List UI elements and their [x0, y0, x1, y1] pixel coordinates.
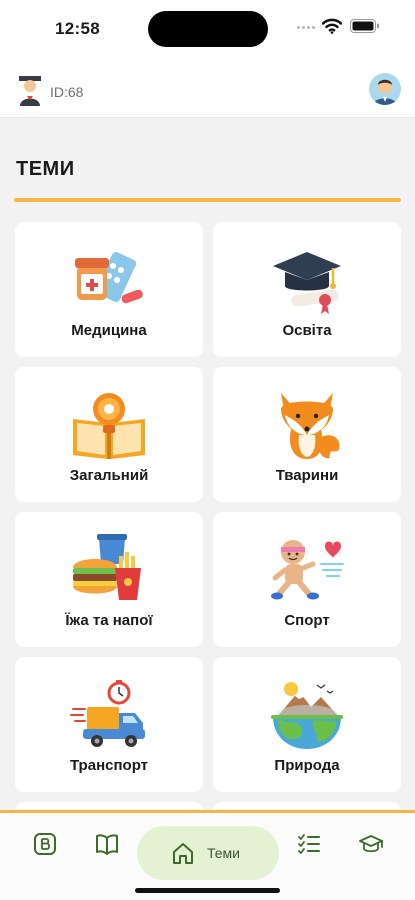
- battery-icon: [350, 19, 379, 33]
- topic-label: Медицина: [71, 322, 147, 339]
- food-drink-icon: [73, 534, 141, 600]
- topic-label: Спорт: [284, 612, 330, 629]
- nav-item-topics[interactable]: Теми: [137, 826, 279, 880]
- status-time: 12:58: [55, 19, 100, 38]
- topic-label: Загальний: [69, 467, 149, 484]
- topic-card-education[interactable]: Освіта: [213, 222, 401, 357]
- nature-globe-icon: [271, 682, 343, 749]
- topic-label: Тварини: [275, 467, 339, 484]
- user-header: ID:68: [0, 58, 415, 118]
- status-bar: 12:58: [0, 0, 415, 58]
- delivery-truck-icon: [70, 680, 145, 747]
- graduation-cap-icon: [273, 252, 341, 314]
- topic-card-transport[interactable]: Транспорт: [15, 657, 203, 792]
- avatar[interactable]: [369, 73, 401, 105]
- topic-label: Їжа та напої: [65, 612, 153, 629]
- topic-card-food[interactable]: Їжа та напої: [15, 512, 203, 647]
- runner-icon: [271, 540, 344, 600]
- topics-grid: Медицина Освіта Загальний Тварини Їжа та…: [15, 222, 401, 810]
- topic-card-general[interactable]: Загальний: [15, 367, 203, 502]
- user-id-label: ID:68: [50, 84, 84, 100]
- topic-card-sport[interactable]: Спорт: [213, 512, 401, 647]
- graduation-icon[interactable]: [358, 831, 384, 857]
- page-title: ТЕМИ: [16, 158, 75, 180]
- student-icon: [19, 76, 41, 106]
- checklist-icon[interactable]: [296, 831, 322, 857]
- topic-card-nature[interactable]: Природа: [213, 657, 401, 792]
- bottom-nav: Теми: [0, 810, 415, 900]
- home-indicator: [135, 888, 280, 893]
- topic-label: Транспорт: [69, 757, 149, 774]
- medicine-icon: [75, 251, 143, 304]
- topic-label: Природа: [274, 757, 340, 774]
- topic-card-partial-right[interactable]: [213, 802, 401, 810]
- topic-card-partial-left[interactable]: [15, 802, 203, 810]
- book-icon[interactable]: [94, 831, 120, 857]
- fox-icon: [281, 393, 343, 459]
- book-bulb-icon: [73, 393, 145, 459]
- dynamic-island: [148, 11, 268, 47]
- topic-card-animals[interactable]: Тварини: [213, 367, 401, 502]
- title-underline: [14, 198, 401, 202]
- topic-card-medicine[interactable]: Медицина: [15, 222, 203, 357]
- home-icon: [173, 843, 193, 864]
- vocabulary-b-icon[interactable]: [32, 831, 58, 857]
- cellular-signal-icon: [297, 26, 317, 30]
- topic-label: Освіта: [282, 322, 332, 339]
- wifi-icon: [322, 18, 342, 34]
- nav-item-label: Теми: [207, 845, 240, 861]
